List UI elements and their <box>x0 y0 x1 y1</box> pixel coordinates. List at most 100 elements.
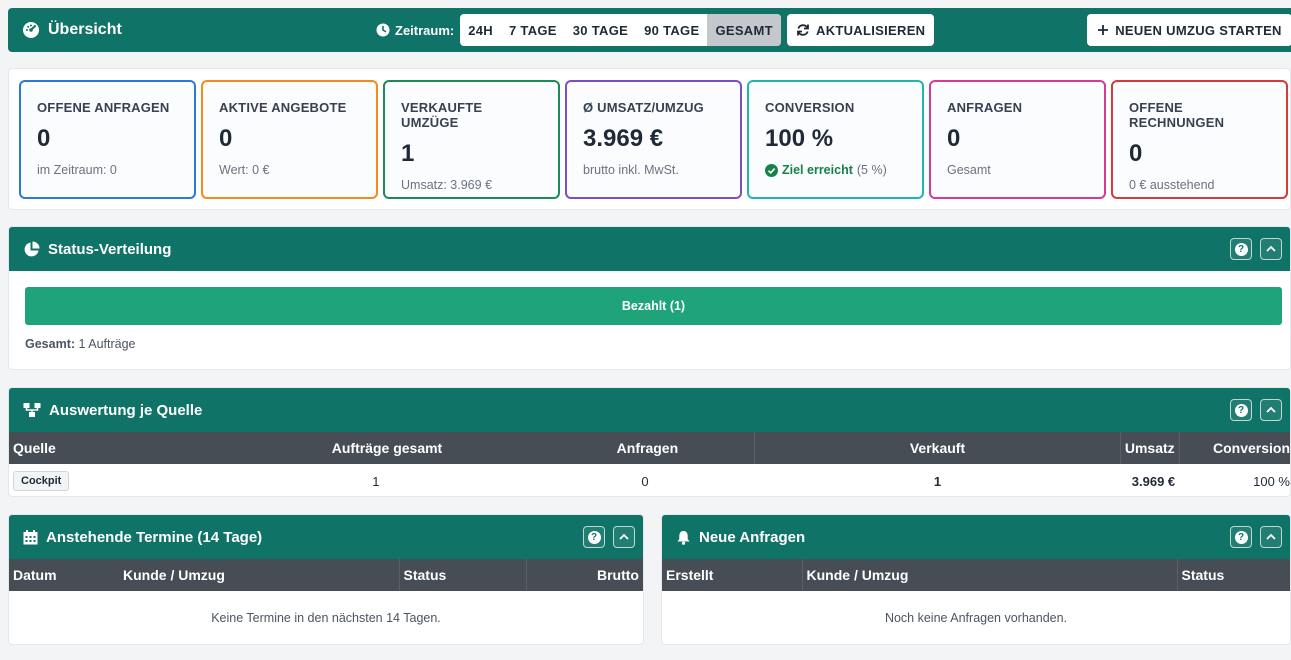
kpi-label: OFFENE ANFRAGEN <box>37 100 170 115</box>
question-icon: ? <box>1234 530 1248 544</box>
table-header-row: Erstellt Kunde / Umzug Status <box>662 559 1290 591</box>
chevron-up-icon <box>1266 245 1276 252</box>
overview-header: Übersicht Zeitraum: 24H 7 TAGE 30 TAGE 9… <box>8 8 1291 52</box>
chevron-up-icon <box>1266 533 1276 540</box>
new-move-button[interactable]: NEUEN UMZUG STARTEN <box>1087 14 1291 46</box>
cell-orders-total: 1 <box>134 464 442 496</box>
new-requests-panel: Neue Anfragen ? Erstellt Kunde / Umzug S… <box>661 514 1291 645</box>
kpi-label: Ø UMSATZ/UMZUG <box>583 100 704 115</box>
help-button[interactable]: ? <box>1230 238 1252 260</box>
table-row[interactable]: Cockpit 1 0 1 3.969 € 100 % <box>9 464 1290 496</box>
kpi-active-offers[interactable]: AKTIVE ANGEBOTE 0 Wert: 0 € <box>201 80 378 199</box>
col-created[interactable]: Erstellt <box>662 559 803 591</box>
question-icon: ? <box>587 530 601 544</box>
table-header-row: Quelle Aufträge gesamt Anfragen Verkauft… <box>9 432 1290 464</box>
col-quelle[interactable]: Quelle <box>9 432 135 464</box>
kpi-subtext: im Zeitraum: 0 <box>37 163 117 177</box>
status-bar-label: Bezahlt (1) <box>621 299 686 313</box>
table-header-row: Datum Kunde / Umzug Status Brutto <box>9 559 643 591</box>
bell-icon <box>677 530 690 545</box>
status-distribution-panel: Status-Verteilung ? Bezahlt (1) Gesamt: … <box>8 226 1291 370</box>
calendar-icon <box>23 529 38 544</box>
collapse-button[interactable] <box>1260 399 1282 421</box>
status-total-label: Gesamt: <box>25 337 76 351</box>
col-revenue[interactable]: Umsatz <box>1120 432 1180 464</box>
collapse-button[interactable] <box>1260 526 1282 548</box>
pie-chart-icon <box>24 241 40 256</box>
dashboard-gauge-icon <box>22 21 40 39</box>
page-title: Übersicht <box>48 21 122 38</box>
kpi-subtext: Umsatz: 3.969 € <box>401 178 493 192</box>
kpi-label: OFFENE RECHNUNGEN <box>1129 100 1225 130</box>
cell-revenue: 3.969 € <box>1131 473 1176 489</box>
period-total[interactable]: GESAMT <box>707 14 781 46</box>
chevron-up-icon <box>619 533 629 540</box>
chevron-up-icon <box>1266 406 1276 413</box>
period-7-days[interactable]: 7 TAGE <box>501 14 565 46</box>
kpi-avg-revenue[interactable]: Ø UMSATZ/UMZUG 3.969 € brutto inkl. MwSt… <box>565 80 742 199</box>
kpi-value: 1 <box>401 140 415 167</box>
appointments-table: Datum Kunde / Umzug Status Brutto Keine … <box>9 559 643 644</box>
orders-total-value: 1 <box>372 473 380 489</box>
col-customer[interactable]: Kunde / Umzug <box>121 559 400 591</box>
requests-panel-title: Neue Anfragen <box>699 528 806 546</box>
source-evaluation-panel: Auswertung je Quelle ? Quelle Aufträge g… <box>8 387 1291 497</box>
col-customer[interactable]: Kunde / Umzug <box>802 559 1178 591</box>
cell-conversion: 100 % <box>1253 473 1290 489</box>
col-orders-total[interactable]: Aufträge gesamt <box>134 432 443 464</box>
help-button[interactable]: ? <box>583 526 605 548</box>
panel-tools: ? <box>1230 399 1282 421</box>
help-button[interactable]: ? <box>1230 526 1252 548</box>
period-24h[interactable]: 24H <box>460 14 501 46</box>
collapse-button[interactable] <box>1260 238 1282 260</box>
kpi-container: OFFENE ANFRAGEN 0 im Zeitraum: 0 AKTIVE … <box>8 68 1291 210</box>
col-sold[interactable]: Verkauft <box>754 432 1121 464</box>
plus-icon <box>1098 25 1109 35</box>
cell-source: Cockpit <box>9 464 134 496</box>
sitemap-icon <box>23 403 41 417</box>
panel-tools: ? <box>583 526 635 548</box>
source-chip[interactable]: Cockpit <box>13 471 70 491</box>
collapse-button[interactable] <box>613 526 635 548</box>
col-status[interactable]: Status <box>399 559 527 591</box>
empty-row: Noch keine Anfragen vorhanden. <box>662 591 1290 644</box>
kpi-label: AKTIVE ANGEBOTE <box>219 100 347 115</box>
kpi-value: 100 % <box>765 125 834 152</box>
kpi-subtext: brutto inkl. MwSt. <box>583 163 679 177</box>
question-icon: ? <box>1234 403 1248 417</box>
period-30-days[interactable]: 30 TAGE <box>565 14 636 46</box>
kpi-requests[interactable]: ANFRAGEN 0 Gesamt <box>929 80 1106 199</box>
kpi-value: 0 <box>1129 140 1143 167</box>
col-status[interactable]: Status <box>1177 559 1290 591</box>
appointments-empty-message: Keine Termine in den nächsten 14 Tagen. <box>211 611 441 625</box>
overview-title-group: Übersicht <box>22 21 122 39</box>
kpi-conversion[interactable]: CONVERSION 100 % Ziel erreicht (5 %) <box>747 80 924 199</box>
goal-reached-text: Ziel erreicht <box>782 163 853 177</box>
kpi-open-invoices[interactable]: OFFENE RECHNUNGEN 0 0 € ausstehend <box>1111 80 1288 199</box>
kpi-subtext: Wert: 0 € <box>219 163 270 177</box>
status-bar-paid[interactable]: Bezahlt (1) <box>25 287 1282 325</box>
status-panel-header: Status-Verteilung ? <box>9 227 1290 271</box>
kpi-value: 3.969 € <box>583 125 664 152</box>
kpi-open-requests[interactable]: OFFENE ANFRAGEN 0 im Zeitraum: 0 <box>19 80 196 199</box>
check-circle-icon <box>765 163 778 177</box>
question-icon: ? <box>1234 242 1248 256</box>
kpi-value: 0 <box>947 125 961 152</box>
col-gross[interactable]: Brutto <box>526 559 643 591</box>
col-conversion[interactable]: Conversion <box>1179 432 1290 464</box>
empty-row: Keine Termine in den nächsten 14 Tagen. <box>9 591 643 644</box>
upcoming-appointments-panel: Anstehende Termine (14 Tage) ? Datum Kun… <box>8 514 644 645</box>
col-requests[interactable]: Anfragen <box>442 432 756 464</box>
period-90-days[interactable]: 90 TAGE <box>636 14 707 46</box>
col-date[interactable]: Datum <box>9 559 121 591</box>
kpi-sold-moves[interactable]: VERKAUFTE UMZÜGE 1 Umsatz: 3.969 € <box>383 80 560 199</box>
period-selector: Zeitraum: 24H 7 TAGE 30 TAGE 90 TAGE GES… <box>376 14 781 46</box>
help-button[interactable]: ? <box>1230 399 1252 421</box>
appointments-panel-title: Anstehende Termine (14 Tage) <box>46 528 263 546</box>
kpi-value: 0 <box>219 125 233 152</box>
panel-tools: ? <box>1230 526 1282 548</box>
requests-table: Erstellt Kunde / Umzug Status Noch keine… <box>662 559 1290 644</box>
kpi-label: VERKAUFTE UMZÜGE <box>401 100 483 130</box>
clock-icon <box>376 23 390 37</box>
refresh-button[interactable]: AKTUALISIEREN <box>787 14 935 46</box>
